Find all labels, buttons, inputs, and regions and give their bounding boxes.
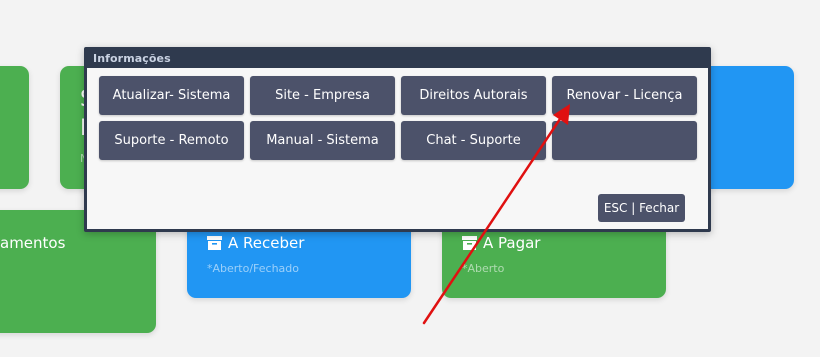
copyright-button[interactable]: Direitos Autorais (401, 76, 546, 115)
dialog-body: Atualizar- Sistema Site - Empresa Direit… (87, 68, 708, 229)
card-top-left[interactable] (0, 66, 29, 189)
card-title: A Pagar (462, 234, 540, 252)
app-screen: S I N amentos A Receber *Aberto/Fechado … (0, 0, 820, 357)
renew-license-button[interactable]: Renovar - Licença (552, 76, 697, 115)
card-subtitle: *Aberto (462, 262, 505, 275)
empty-button[interactable] (552, 121, 697, 160)
card-title-text: A Receber (228, 234, 305, 252)
card-title: amentos (0, 234, 66, 252)
update-system-button[interactable]: Atualizar- Sistema (99, 76, 244, 115)
card-subtitle: *Aberto/Fechado (207, 262, 300, 275)
remote-support-button[interactable]: Suporte - Remoto (99, 121, 244, 160)
info-dialog: Informações Atualizar- Sistema Site - Em… (84, 47, 711, 232)
card-title: A Receber (207, 234, 304, 252)
card-title-text: A Pagar (483, 234, 541, 252)
company-site-button[interactable]: Site - Empresa (250, 76, 395, 115)
archive-box-icon (462, 236, 477, 250)
chat-support-button[interactable]: Chat - Suporte (401, 121, 546, 160)
system-manual-button[interactable]: Manual - Sistema (250, 121, 395, 160)
close-button[interactable]: ESC | Fechar (598, 194, 685, 222)
archive-box-icon (207, 236, 222, 250)
dialog-title: Informações (93, 52, 171, 65)
